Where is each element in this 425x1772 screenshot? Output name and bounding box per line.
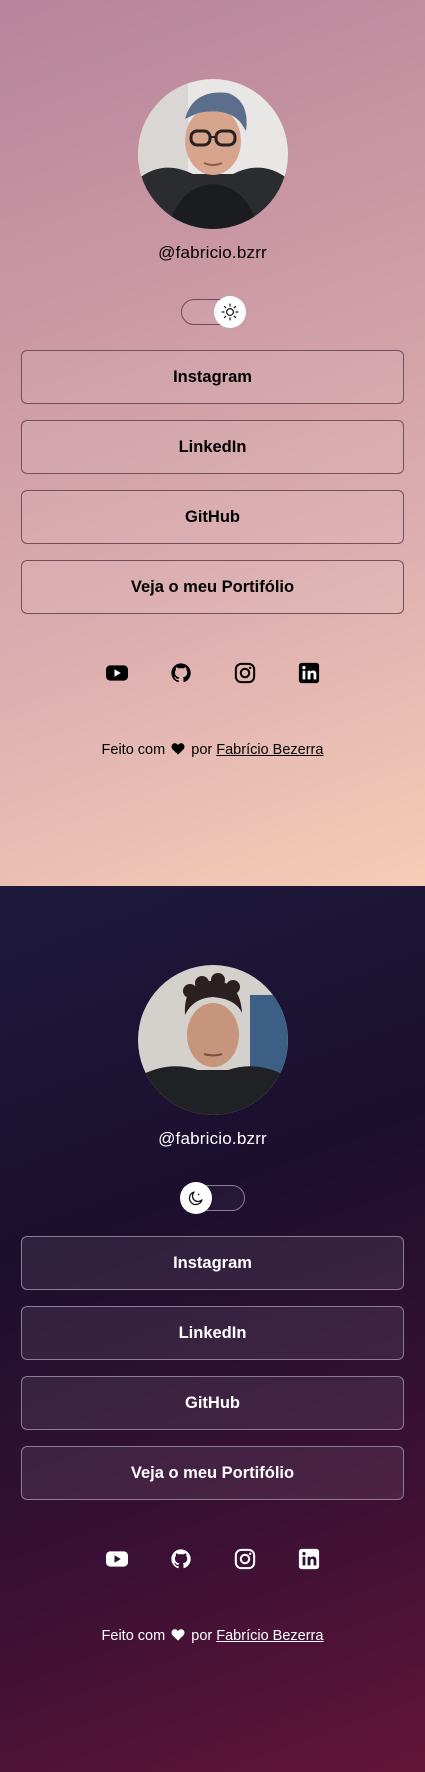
- footer-middle: por: [191, 1628, 213, 1644]
- avatar-photo: [138, 79, 288, 229]
- theme-toggle[interactable]: [181, 296, 246, 328]
- instagram-icon[interactable]: [234, 661, 256, 685]
- heart-icon: [171, 743, 185, 755]
- linkedin-icon[interactable]: [298, 661, 320, 685]
- avatar-photo: [138, 965, 288, 1115]
- linkedin-link-button[interactable]: LinkedIn: [21, 420, 404, 474]
- youtube-icon[interactable]: [105, 1547, 128, 1571]
- profile-handle: @fabricio.bzrr: [158, 1129, 267, 1148]
- theme-toggle[interactable]: [180, 1182, 245, 1214]
- sun-icon: [221, 303, 239, 321]
- toggle-knob[interactable]: [214, 296, 246, 328]
- github-icon[interactable]: [170, 661, 192, 685]
- instagram-link-button[interactable]: Instagram: [21, 1236, 404, 1290]
- linkedin-link-button[interactable]: LinkedIn: [21, 1306, 404, 1360]
- social-icons: [0, 661, 425, 685]
- github-link-button[interactable]: GitHub: [21, 490, 404, 544]
- author-link[interactable]: Fabrício Bezerra: [216, 742, 323, 758]
- social-icons: [0, 1547, 425, 1571]
- profile-avatar: [138, 965, 288, 1115]
- footer: Feito com por Fabrício Bezerra: [0, 742, 425, 758]
- instagram-icon[interactable]: [234, 1547, 256, 1571]
- heart-icon: [171, 1629, 185, 1641]
- profile-handle: @fabricio.bzrr: [158, 243, 267, 262]
- instagram-link-button[interactable]: Instagram: [21, 350, 404, 404]
- light-theme-view: @fabricio.bzrr Instagram LinkedIn GitHub…: [0, 0, 425, 886]
- linkedin-icon[interactable]: [298, 1547, 320, 1571]
- footer-middle: por: [191, 742, 213, 758]
- profile-avatar: [138, 79, 288, 229]
- footer-prefix: Feito com: [101, 1628, 166, 1644]
- github-icon[interactable]: [170, 1547, 192, 1571]
- portfolio-link-button[interactable]: Veja o meu Portifólio: [21, 560, 404, 614]
- link-list: Instagram LinkedIn GitHub Veja o meu Por…: [21, 350, 404, 630]
- author-link[interactable]: Fabrício Bezerra: [216, 1628, 323, 1644]
- moon-icon: [188, 1191, 203, 1206]
- github-link-button[interactable]: GitHub: [21, 1376, 404, 1430]
- dark-theme-view: @fabricio.bzrr Instagram LinkedIn GitHub…: [0, 886, 425, 1772]
- footer: Feito com por Fabrício Bezerra: [0, 1628, 425, 1644]
- portfolio-link-button[interactable]: Veja o meu Portifólio: [21, 1446, 404, 1500]
- link-list: Instagram LinkedIn GitHub Veja o meu Por…: [21, 1236, 404, 1516]
- toggle-knob[interactable]: [180, 1182, 212, 1214]
- youtube-icon[interactable]: [105, 661, 128, 685]
- footer-prefix: Feito com: [101, 742, 166, 758]
